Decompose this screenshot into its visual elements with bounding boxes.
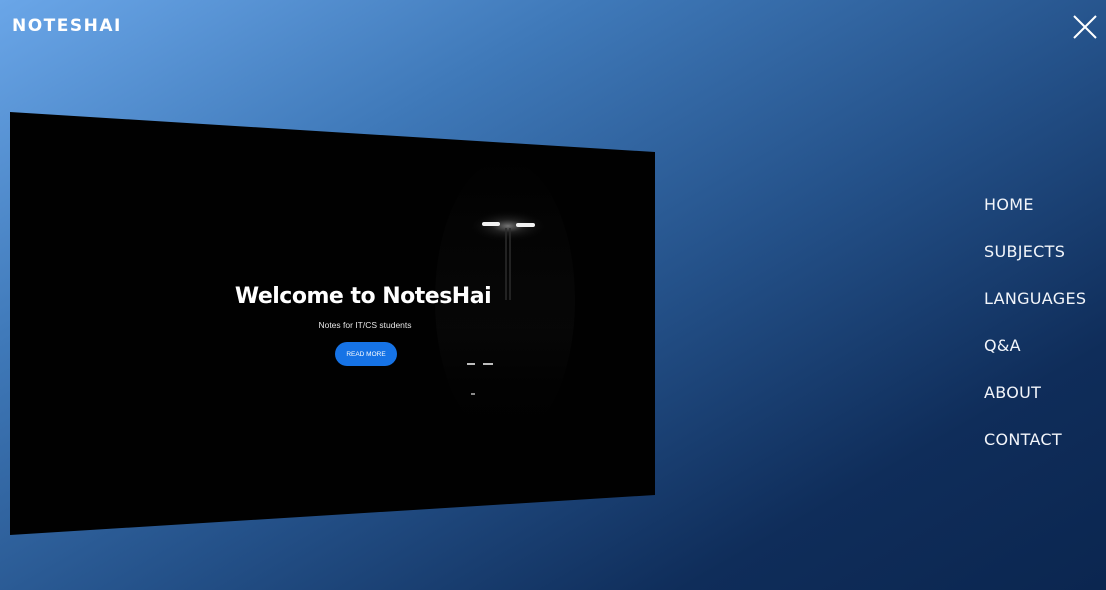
read-more-button[interactable]: READ MORE	[335, 342, 397, 366]
nav-item-qa[interactable]: Q&A	[984, 336, 1086, 383]
nav-item-about[interactable]: ABOUT	[984, 383, 1086, 430]
nav-item-subjects[interactable]: SUBJECTS	[984, 242, 1086, 289]
main-nav: HOME SUBJECTS LANGUAGES Q&A ABOUT CONTAC…	[984, 195, 1086, 477]
close-icon	[1073, 15, 1097, 39]
site-logo[interactable]: NOTESHAI	[12, 16, 122, 36]
page-preview-panel: Welcome to NotesHai Notes for IT/CS stud…	[0, 0, 1106, 590]
preview-screen	[10, 112, 655, 535]
nav-item-home[interactable]: HOME	[984, 195, 1086, 242]
hero-title: Welcome to NotesHai	[234, 284, 492, 309]
nav-item-languages[interactable]: LANGUAGES	[984, 289, 1086, 336]
hero-subtitle: Notes for IT/CS students	[318, 320, 412, 330]
nav-item-contact[interactable]: CONTACT	[984, 430, 1086, 477]
close-menu-button[interactable]	[1071, 13, 1099, 41]
